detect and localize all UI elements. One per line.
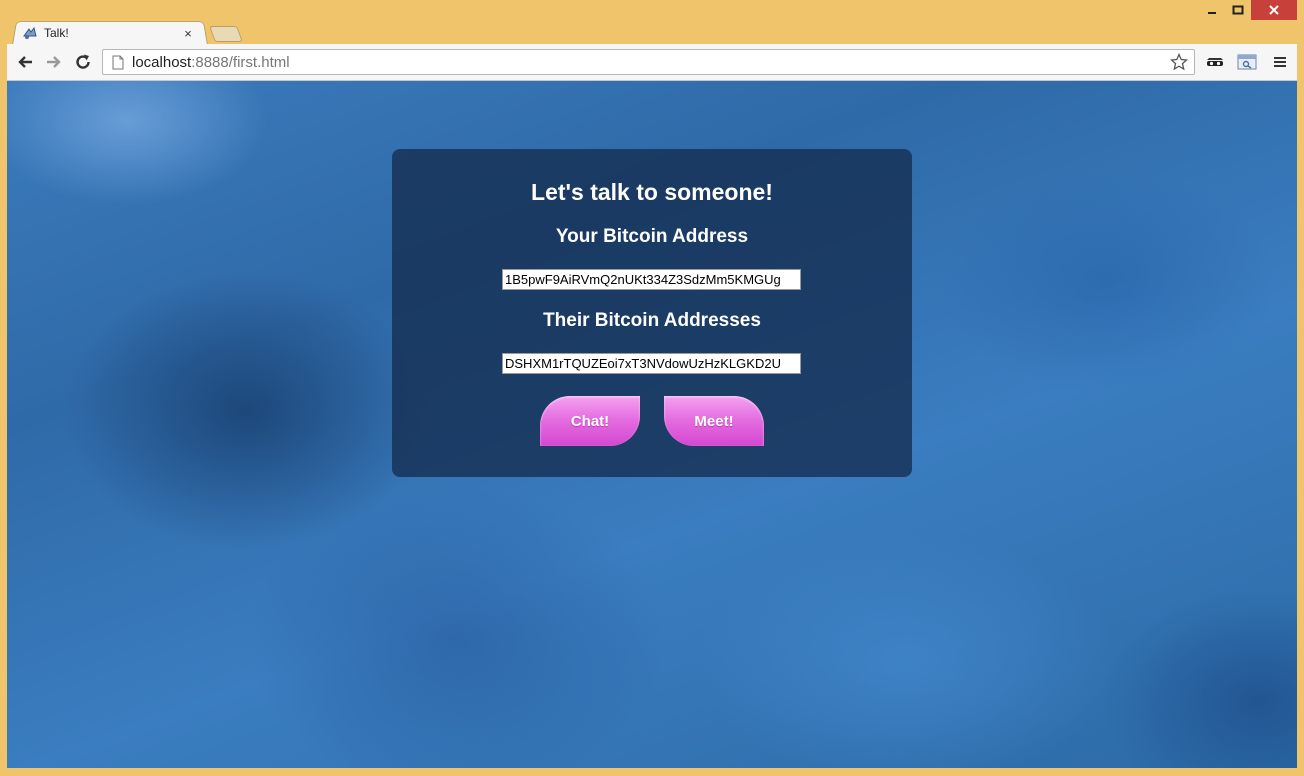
menu-icon[interactable] [1269,52,1291,72]
tab-strip: Talk! × [0,0,1304,45]
extension-icon[interactable] [1236,52,1258,72]
incognito-mask-icon[interactable] [1204,52,1226,72]
browser-toolbar: localhost:8888/first.html [7,44,1297,81]
chat-button[interactable]: Chat! [540,396,640,446]
star-icon[interactable] [1169,52,1189,71]
new-tab-button[interactable] [209,26,243,42]
favicon-icon [22,26,38,40]
page-viewport: Let's talk to someone! Your Bitcoin Addr… [7,81,1297,768]
window-controls [1199,0,1297,22]
tab-title: Talk! [44,26,69,40]
minimize-icon[interactable] [1199,0,1225,20]
your-address-label: Your Bitcoin Address [555,226,749,247]
url-path: :8888/first.html [191,53,290,71]
url-host: localhost [132,53,192,71]
forward-icon[interactable] [44,52,64,72]
their-address-input[interactable] [502,353,801,374]
close-icon[interactable]: × [182,26,194,41]
maximize-icon[interactable] [1225,0,1251,20]
close-icon [1269,5,1279,15]
page-icon [112,55,124,70]
tab-content: Talk! × [22,24,202,42]
talk-panel: Let's talk to someone! Your Bitcoin Addr… [392,149,912,477]
reload-icon[interactable] [73,52,93,72]
address-bar[interactable]: localhost:8888/first.html [102,49,1195,75]
their-address-label: Their Bitcoin Addresses [543,310,761,331]
back-icon[interactable] [15,52,35,72]
browser-window: Talk! × localhost:8888/first.html Let's… [0,0,1304,776]
meet-button[interactable]: Meet! [664,396,764,446]
window-close-button[interactable] [1251,0,1297,20]
page-title: Let's talk to someone! [531,179,773,205]
your-address-input[interactable] [502,269,801,290]
